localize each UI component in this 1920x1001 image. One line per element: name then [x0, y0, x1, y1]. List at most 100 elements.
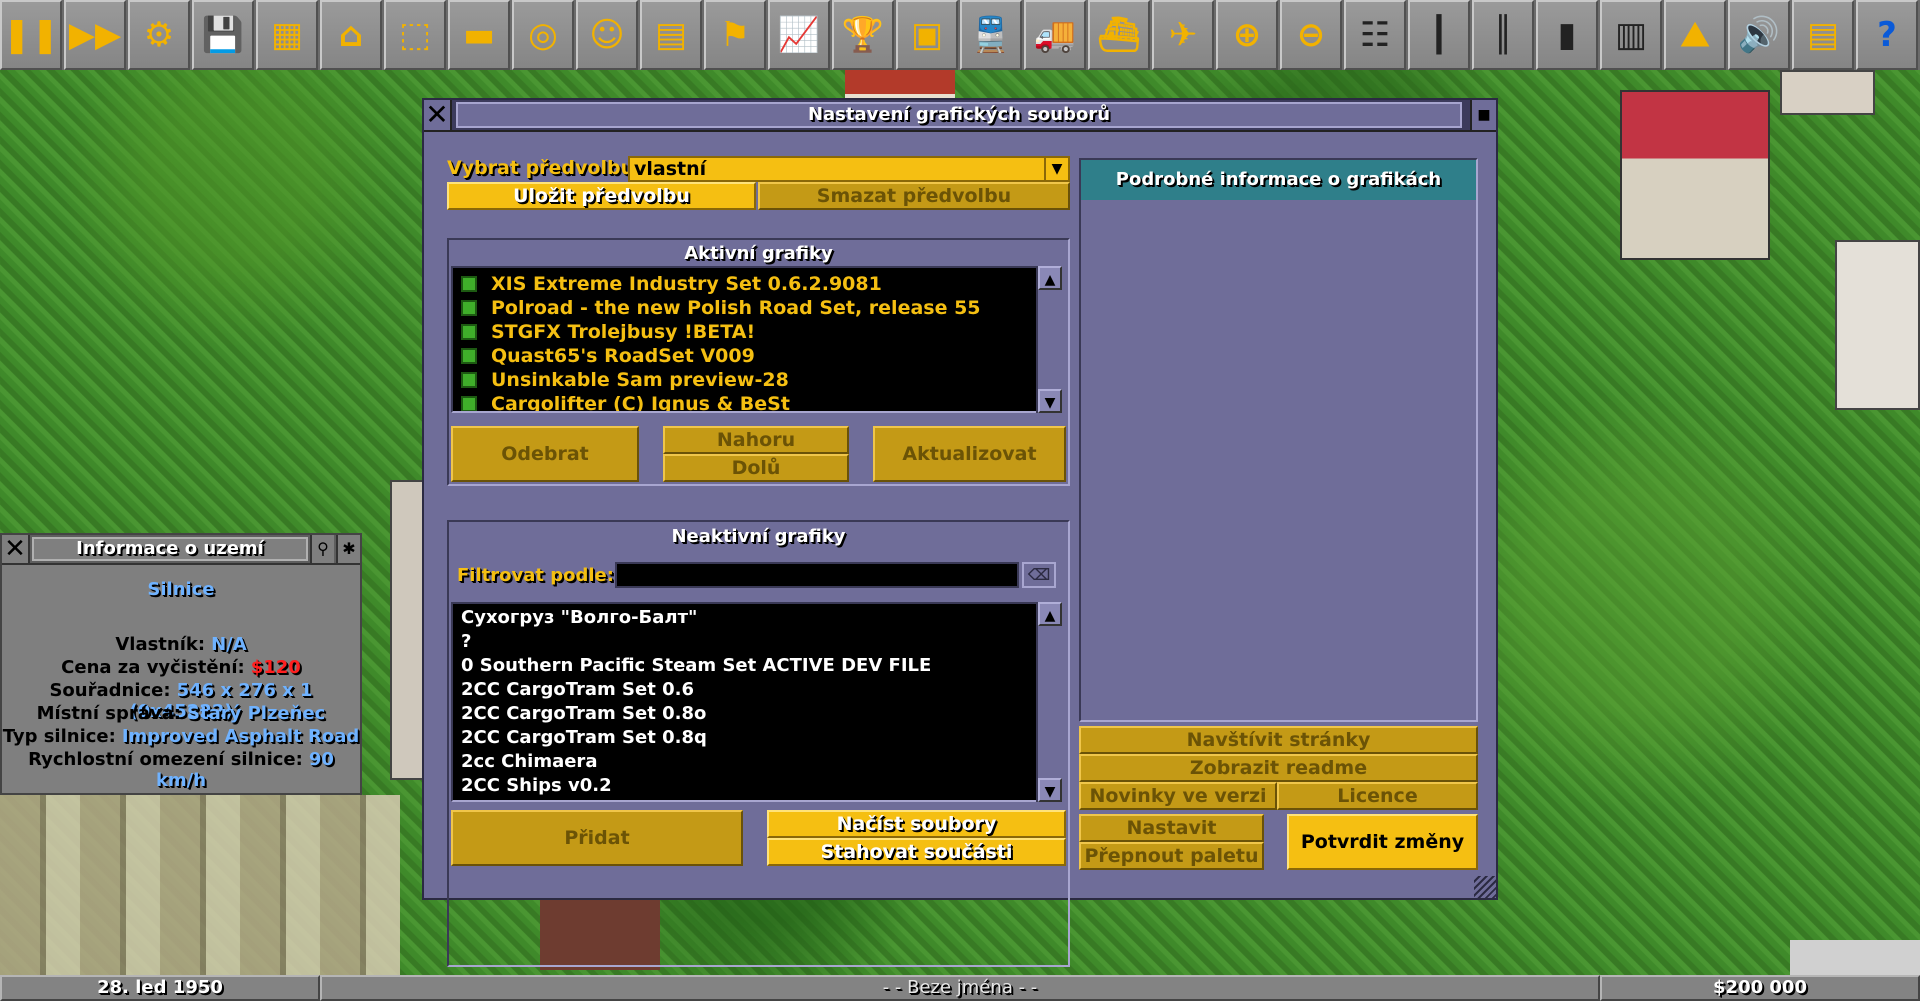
build-waterways-button[interactable]: ▮: [1536, 0, 1598, 70]
stations-button[interactable]: ▬: [448, 0, 510, 70]
remove-button[interactable]: Odebrat: [451, 426, 639, 482]
download-content-button[interactable]: Stahovat součásti: [767, 838, 1066, 866]
sticky-icon[interactable]: ■: [1470, 100, 1496, 130]
land-info-label: Typ silnice:: [2, 726, 116, 747]
set-parameters-button[interactable]: Nastavit parametry: [1079, 814, 1264, 863]
debug-bug-icon[interactable]: ✱: [336, 535, 360, 563]
preset-dropdown[interactable]: vlastní ▼: [628, 156, 1070, 182]
window-titlebar[interactable]: ✕ Informace o uzemí ⚲ ✱: [2, 535, 360, 565]
inactive-list-scrollbar[interactable]: ▲ ▼: [1036, 602, 1062, 802]
active-grf-item[interactable]: XIS Extreme Industry Set 0.6.2.9081: [453, 272, 1036, 296]
station-icon: ▬: [462, 15, 496, 55]
story-book-button[interactable]: ▤: [640, 0, 702, 70]
scroll-up-icon[interactable]: ▲: [1038, 602, 1062, 626]
finances-button[interactable]: ◎: [512, 0, 574, 70]
close-icon[interactable]: ✕: [2, 535, 30, 563]
chevron-down-icon[interactable]: ▼: [1044, 158, 1068, 180]
active-grf-name: XIS Extreme Industry Set 0.6.2.9081: [491, 273, 882, 295]
clear-filter-icon[interactable]: ⌫: [1022, 562, 1056, 588]
resize-handle-icon[interactable]: [1474, 876, 1496, 898]
town-icon: ⌂: [338, 15, 364, 55]
landscaping-button[interactable]: ⛰: [1664, 0, 1726, 70]
manager-face-icon: ☺: [589, 15, 625, 55]
fast-forward-button[interactable]: ▶▶: [64, 0, 126, 70]
filter-input[interactable]: [615, 562, 1019, 588]
move-down-button[interactable]: Dolů: [663, 454, 849, 482]
active-grf-name: Unsinkable Sam preview-28: [491, 369, 789, 391]
goals-button[interactable]: ⚑: [704, 0, 766, 70]
location-pin-icon[interactable]: ⚲: [310, 535, 334, 563]
view-readme-button[interactable]: Zobrazit readme: [1079, 754, 1478, 782]
build-tramway-button[interactable]: ║: [1472, 0, 1534, 70]
subsidies-button[interactable]: ⬚: [384, 0, 446, 70]
active-grf-item[interactable]: Polroad - the new Polish Road Set, relea…: [453, 296, 1036, 320]
graphs-button[interactable]: 📈: [768, 0, 830, 70]
book-icon: ▤: [654, 15, 688, 55]
settings-button[interactable]: ⚙: [128, 0, 190, 70]
land-info-label: Místní správa:: [36, 703, 181, 724]
town-directory-button[interactable]: ⌂: [320, 0, 382, 70]
window-titlebar[interactable]: ✕ Nastavení grafických souborů ■: [424, 100, 1496, 132]
move-up-button[interactable]: Nahoru: [663, 426, 849, 454]
inactive-grf-header: Neaktivní grafiky: [671, 526, 846, 547]
runway-icon: ▥: [1614, 15, 1648, 55]
active-grf-item[interactable]: Unsinkable Sam preview-28: [453, 368, 1036, 392]
aircraft-button[interactable]: ✈: [1152, 0, 1214, 70]
changelog-button[interactable]: Novinky ve verzi: [1079, 782, 1277, 810]
inactive-grf-item[interactable]: 2CC CargoTram Set 0.6: [453, 678, 1036, 702]
road-vehicles-button[interactable]: 🚚: [1024, 0, 1086, 70]
active-grf-list[interactable]: XIS Extreme Industry Set 0.6.2.9081 Polro…: [451, 266, 1038, 413]
apply-changes-button[interactable]: Potvrdit změny: [1287, 814, 1478, 870]
scroll-down-icon[interactable]: ▼: [1038, 778, 1062, 802]
trophy-icon: 🏆: [841, 15, 885, 55]
add-button[interactable]: Přidat: [451, 810, 743, 866]
land-info-label: Vlastník:: [115, 634, 206, 655]
inactive-grf-list[interactable]: Сухогруз "Волго-Балт"? 0 Southern Pacific…: [451, 602, 1038, 802]
news-button[interactable]: ▤: [1792, 0, 1854, 70]
build-road-button[interactable]: ┃: [1408, 0, 1470, 70]
save-preset-button[interactable]: Uložit předvolbu: [447, 182, 756, 210]
inactive-grf-item[interactable]: 2cc Chimaera: [453, 750, 1036, 774]
help-button[interactable]: ?: [1856, 0, 1918, 70]
preset-value: vlastní: [634, 158, 707, 180]
industries-button[interactable]: ▣: [896, 0, 958, 70]
scroll-up-icon[interactable]: ▲: [1038, 266, 1062, 290]
active-list-scrollbar[interactable]: ▲ ▼: [1036, 266, 1062, 413]
status-news[interactable]: - - Beze jména - -: [320, 975, 1600, 1001]
active-grf-item[interactable]: Quast65's RoadSet V009: [453, 344, 1036, 368]
zoom-in-button[interactable]: ⊕: [1216, 0, 1278, 70]
inactive-grf-item[interactable]: 2CC Ships v0.2: [453, 774, 1036, 798]
build-airport-button[interactable]: ▥: [1600, 0, 1662, 70]
music-button[interactable]: 🔊: [1728, 0, 1790, 70]
build-railway-button[interactable]: ☷: [1344, 0, 1406, 70]
active-grf-item[interactable]: STGFX Trolejbusy !BETA!: [453, 320, 1036, 344]
status-square-icon: [461, 300, 477, 316]
inactive-grf-item[interactable]: 2CC CargoTram Set 0.8o: [453, 702, 1036, 726]
inactive-grf-item[interactable]: ?: [453, 630, 1036, 654]
grf-details-header: Podrobné informace o grafikách: [1081, 160, 1476, 200]
inactive-grf-item[interactable]: 0 Southern Pacific Steam Set ACTIVE DEV …: [453, 654, 1036, 678]
pause-button[interactable]: ❚❚: [0, 0, 62, 70]
ships-button[interactable]: ⛴: [1088, 0, 1150, 70]
delete-preset-button[interactable]: Smazat předvolbu: [758, 182, 1070, 210]
map-icon: ▦: [270, 15, 304, 55]
toggle-palette-button[interactable]: Přepnout paletu: [1079, 842, 1264, 870]
license-button[interactable]: Licence: [1277, 782, 1478, 810]
rescan-files-button[interactable]: Načíst soubory: [767, 810, 1066, 838]
trains-button[interactable]: 🚆: [960, 0, 1022, 70]
close-icon[interactable]: ✕: [424, 100, 452, 130]
zoom-out-button[interactable]: ⊖: [1280, 0, 1342, 70]
league-table-button[interactable]: 🏆: [832, 0, 894, 70]
save-button[interactable]: 💾: [192, 0, 254, 70]
company-button[interactable]: ☺: [576, 0, 638, 70]
preset-label: Vybrat předvolbu:: [447, 157, 642, 179]
update-button[interactable]: Aktualizovat: [873, 426, 1066, 482]
scroll-down-icon[interactable]: ▼: [1038, 389, 1062, 413]
graph-icon: 📈: [777, 15, 821, 55]
visit-website-button[interactable]: Navštívit stránky: [1079, 726, 1478, 754]
active-grf-item[interactable]: Cargolifter (C) Ignus & BeSt: [453, 392, 1036, 411]
inactive-grf-item[interactable]: Сухогруз "Волго-Балт": [453, 606, 1036, 630]
land-info-value: Starý Plzeňec: [187, 703, 326, 724]
inactive-grf-item[interactable]: 2CC CargoTram Set 0.8q: [453, 726, 1036, 750]
map-button[interactable]: ▦: [256, 0, 318, 70]
